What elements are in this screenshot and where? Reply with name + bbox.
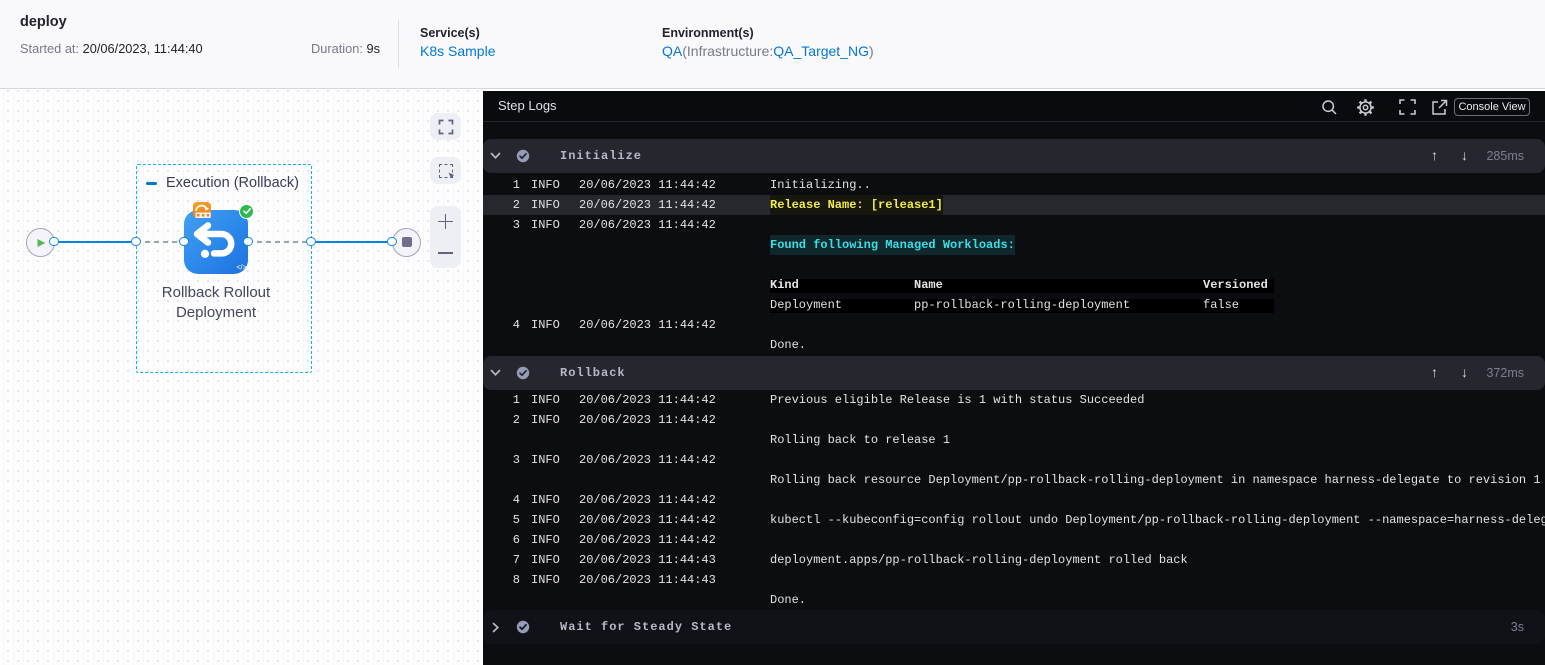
svg-text:</>: </> (236, 265, 246, 272)
